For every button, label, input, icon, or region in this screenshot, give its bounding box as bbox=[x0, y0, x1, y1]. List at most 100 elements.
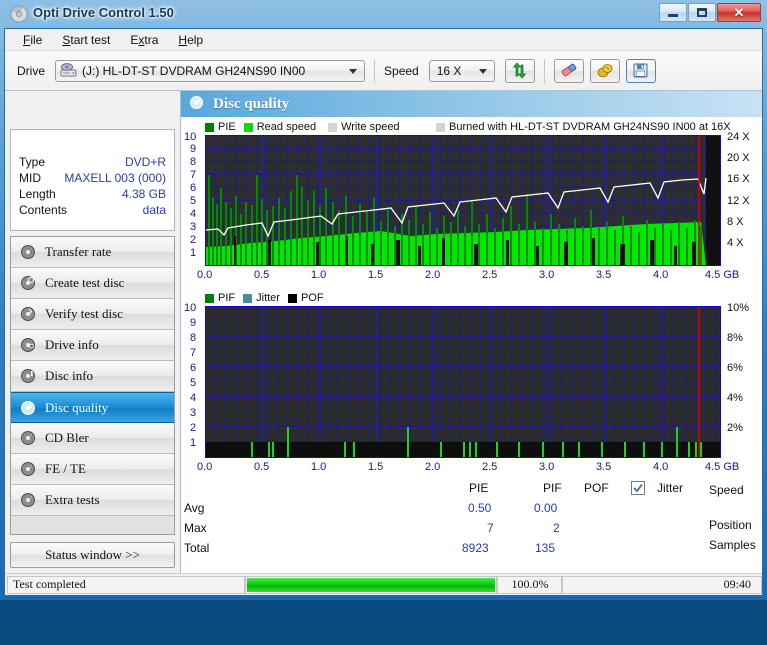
stats-pie-max: 7 bbox=[487, 521, 494, 535]
y2-tick-6pct: 6% bbox=[727, 362, 743, 374]
stats-pif-total: 135 bbox=[535, 541, 556, 555]
menu-file[interactable]: File bbox=[13, 31, 52, 49]
y-tick-9: 9 bbox=[190, 143, 197, 155]
stats-header-pie: PIE bbox=[469, 481, 489, 495]
x-tick-4: 2.0 bbox=[425, 269, 441, 281]
progress-bar-fill bbox=[246, 577, 496, 592]
title-bar: Opti Drive Control 1.50 ✕ bbox=[0, 0, 767, 28]
jitter-checkbox[interactable] bbox=[631, 481, 645, 495]
y2-tick-2pct: 2% bbox=[727, 422, 743, 434]
window-title: Opti Drive Control 1.50 bbox=[33, 5, 174, 20]
status-window-button[interactable]: Status window >> bbox=[10, 542, 175, 568]
save-button[interactable] bbox=[625, 58, 656, 83]
main-panel: Disc quality PIE Read speed Write speed … bbox=[180, 91, 762, 573]
x-tick-7: 3.5 bbox=[596, 461, 612, 473]
sidebar-item-transfer-rate[interactable]: Transfer rate bbox=[11, 237, 174, 268]
x-tick-5: 2.5 bbox=[482, 461, 498, 473]
application-window: Opti Drive Control 1.50 ✕ File Start tes… bbox=[0, 0, 767, 600]
x-tick-9: 4.5 GB bbox=[705, 269, 740, 281]
x-tick-7: 3.5 bbox=[596, 269, 612, 281]
sidebar-item-extra-tests[interactable]: Extra tests bbox=[11, 485, 174, 516]
pif-jitter-pof-chart[interactable] bbox=[205, 306, 721, 458]
legend-label-read-speed: Read speed bbox=[256, 121, 317, 133]
elapsed-time: 09:40 bbox=[562, 575, 762, 594]
disc-row-type-key: Type bbox=[19, 155, 46, 169]
disc-icon bbox=[20, 430, 36, 446]
bottom-chart-legend: PIF Jitter POF bbox=[205, 292, 324, 304]
burned-with-text: Burned with HL-DT-ST DVDRAM GH24NS90 IN0… bbox=[449, 121, 731, 133]
sidebar-item-create-test-disc[interactable]: Create test disc bbox=[11, 268, 174, 299]
menu-extra-rest: tra bbox=[144, 32, 159, 47]
disc-icon bbox=[20, 337, 36, 353]
y-tick-10: 10 bbox=[184, 302, 197, 314]
legend-label-pie: PIE bbox=[218, 121, 236, 133]
y-tick-1: 1 bbox=[190, 437, 197, 449]
sidebar-item-fe-te[interactable]: FE / TE bbox=[11, 454, 174, 485]
y-tick-4: 4 bbox=[190, 208, 197, 220]
sidebar-item-cd-bler[interactable]: CD Bler bbox=[11, 423, 174, 454]
menu-start-test[interactable]: Start test bbox=[52, 31, 120, 49]
x-tick-4: 2.0 bbox=[425, 461, 441, 473]
bookmark-button[interactable] bbox=[589, 58, 620, 83]
sidebar-item-drive-info[interactable]: Drive info bbox=[11, 330, 174, 361]
legend-label-jitter: Jitter bbox=[256, 292, 280, 304]
window-controls: ✕ bbox=[659, 3, 761, 22]
stats-header-pif: PIF bbox=[543, 481, 562, 495]
y-tick-6: 6 bbox=[190, 362, 197, 374]
y2-tick-10pct: 10% bbox=[727, 302, 750, 314]
menu-bar: File Start test Extra Help bbox=[5, 29, 762, 51]
pie-read-speed-chart[interactable] bbox=[205, 135, 721, 266]
disc-row-length: Length 4.38 GB bbox=[11, 186, 174, 202]
disc-row-type-value: DVD+R bbox=[124, 155, 166, 169]
minimize-button[interactable] bbox=[659, 3, 687, 22]
y2-tick-4x: 4 X bbox=[727, 237, 744, 249]
disc-row-length-value: 4.38 GB bbox=[121, 187, 166, 201]
legend-swatch-read-speed bbox=[243, 122, 253, 132]
sidebar-item-label: Create test disc bbox=[45, 275, 125, 290]
sidebar-item-verify-test-disc[interactable]: Verify test disc bbox=[11, 299, 174, 330]
y-tick-5: 5 bbox=[190, 195, 197, 207]
y-tick-5: 5 bbox=[190, 377, 197, 389]
chevron-down-icon bbox=[478, 68, 487, 74]
x-tick-2: 1.0 bbox=[311, 269, 327, 281]
disc-icon bbox=[20, 244, 36, 260]
disc-row-mid-key: MID bbox=[19, 171, 41, 185]
status-bar: Test completed 100.0% 09:40 bbox=[5, 573, 762, 595]
maximize-button[interactable] bbox=[688, 3, 716, 22]
y-tick-3: 3 bbox=[190, 407, 197, 419]
close-button[interactable]: ✕ bbox=[717, 3, 761, 22]
disc-row-contents-value: data bbox=[142, 203, 166, 217]
drive-label: Drive bbox=[17, 63, 46, 78]
menu-extra[interactable]: Extra bbox=[120, 31, 168, 49]
drive-select[interactable]: (J:) HL-DT-ST DVDRAM GH24NS90 IN00 bbox=[55, 59, 366, 82]
sidebar-item-label: CD Bler bbox=[45, 430, 89, 445]
sidebar-item-label: FE / TE bbox=[45, 461, 86, 476]
disc-row-mid-value: MAXELL 003 (000) bbox=[64, 171, 166, 185]
drive-select-value: (J:) HL-DT-ST DVDRAM GH24NS90 IN00 bbox=[82, 63, 306, 78]
y2-tick-20x: 20 X bbox=[727, 152, 750, 164]
speed-stat-label: Speed bbox=[709, 483, 744, 497]
speed-select[interactable]: 16 X bbox=[428, 59, 495, 82]
panel-title: Disc quality bbox=[213, 95, 290, 112]
y-tick-2: 2 bbox=[190, 234, 197, 246]
speed-select-value: 16 X bbox=[436, 63, 462, 78]
sidebar: Disc Type DVD+R MID MAXELL 003 (000) Len… bbox=[5, 91, 180, 573]
y2-tick-16x: 16 X bbox=[727, 173, 750, 185]
stats-pif-avg: 0.00 bbox=[534, 501, 558, 515]
sidebar-item-label: Disc quality bbox=[45, 399, 109, 415]
x-tick-0: 0.0 bbox=[197, 461, 213, 473]
sidebar-nav: Transfer rate Create test disc Verify te… bbox=[10, 236, 175, 535]
menu-help[interactable]: Help bbox=[168, 31, 213, 49]
refresh-button[interactable] bbox=[504, 58, 535, 83]
sidebar-item-disc-info[interactable]: Disc info bbox=[11, 361, 174, 392]
disc-row-length-key: Length bbox=[19, 187, 56, 201]
erase-button[interactable] bbox=[553, 58, 584, 83]
sidebar-item-label: Disc info bbox=[45, 368, 94, 383]
legend-label-pif: PIF bbox=[218, 292, 236, 304]
y-tick-6: 6 bbox=[190, 182, 197, 194]
stats-row-avg: Avg bbox=[184, 501, 205, 515]
legend-swatch-pie bbox=[205, 122, 214, 132]
disc-row-mid: MID MAXELL 003 (000) bbox=[11, 170, 174, 186]
y2-tick-8pct: 8% bbox=[727, 332, 743, 344]
sidebar-item-disc-quality[interactable]: Disc quality bbox=[11, 392, 174, 423]
